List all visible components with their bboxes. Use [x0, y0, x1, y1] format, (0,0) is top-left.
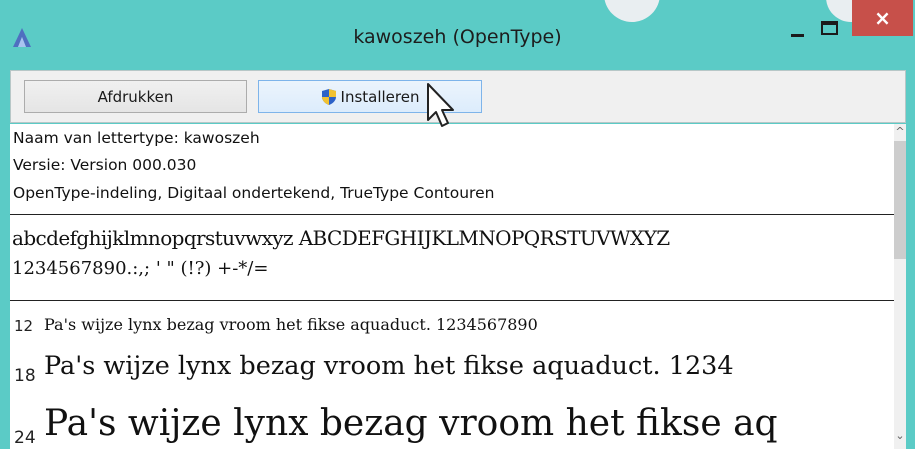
sample-size-label: 12: [14, 317, 34, 335]
sample-text: Pa's wijze lynx bezag vroom het fikse aq: [44, 403, 778, 444]
font-name-line: Naam van lettertype: kawoszeh: [13, 129, 260, 147]
window-title: kawoszeh (OpenType): [353, 26, 562, 48]
divider: [10, 214, 894, 215]
close-icon: ×: [874, 6, 891, 30]
sample-size-label: 24: [14, 428, 36, 448]
mouse-cursor-icon: [427, 83, 454, 127]
minimize-button[interactable]: [780, 8, 816, 46]
charset-line-2: 1234567890.:,; ' " (!?) +-*/=: [12, 258, 269, 279]
title-bar[interactable]: kawoszeh (OpenType) ×: [0, 0, 915, 62]
close-button[interactable]: ×: [852, 0, 913, 36]
font-viewer-window: kawoszeh (OpenType) × Afdrukken Installe…: [0, 0, 915, 449]
sample-text: Pa's wijze lynx bezag vroom het fikse aq…: [44, 351, 734, 381]
scroll-up-icon[interactable]: ^: [894, 126, 906, 138]
print-button-label: Afdrukken: [97, 87, 174, 106]
vertical-scrollbar[interactable]: ^ ⌄: [894, 124, 906, 449]
scroll-down-icon[interactable]: ⌄: [894, 430, 906, 442]
print-button[interactable]: Afdrukken: [24, 80, 247, 113]
sample-text: Pa's wijze lynx bezag vroom het fikse aq…: [44, 315, 538, 334]
maximize-button[interactable]: [816, 8, 846, 46]
divider: [10, 300, 894, 301]
font-preview-area: Naam van lettertype: kawoszeh Versie: Ve…: [10, 124, 894, 449]
install-button-label: Installeren: [340, 87, 420, 106]
decorative-circle: [604, 0, 660, 22]
sample-size-label: 18: [14, 366, 36, 386]
font-version-line: Versie: Version 000.030: [13, 156, 197, 174]
uac-shield-icon: [321, 88, 336, 105]
charset-line-1: abcdefghijklmnopqrstuvwxyz ABCDEFGHIJKLM…: [12, 226, 670, 250]
font-format-line: OpenType-indeling, Digitaal ondertekend,…: [13, 184, 495, 202]
scroll-thumb[interactable]: [894, 141, 906, 259]
